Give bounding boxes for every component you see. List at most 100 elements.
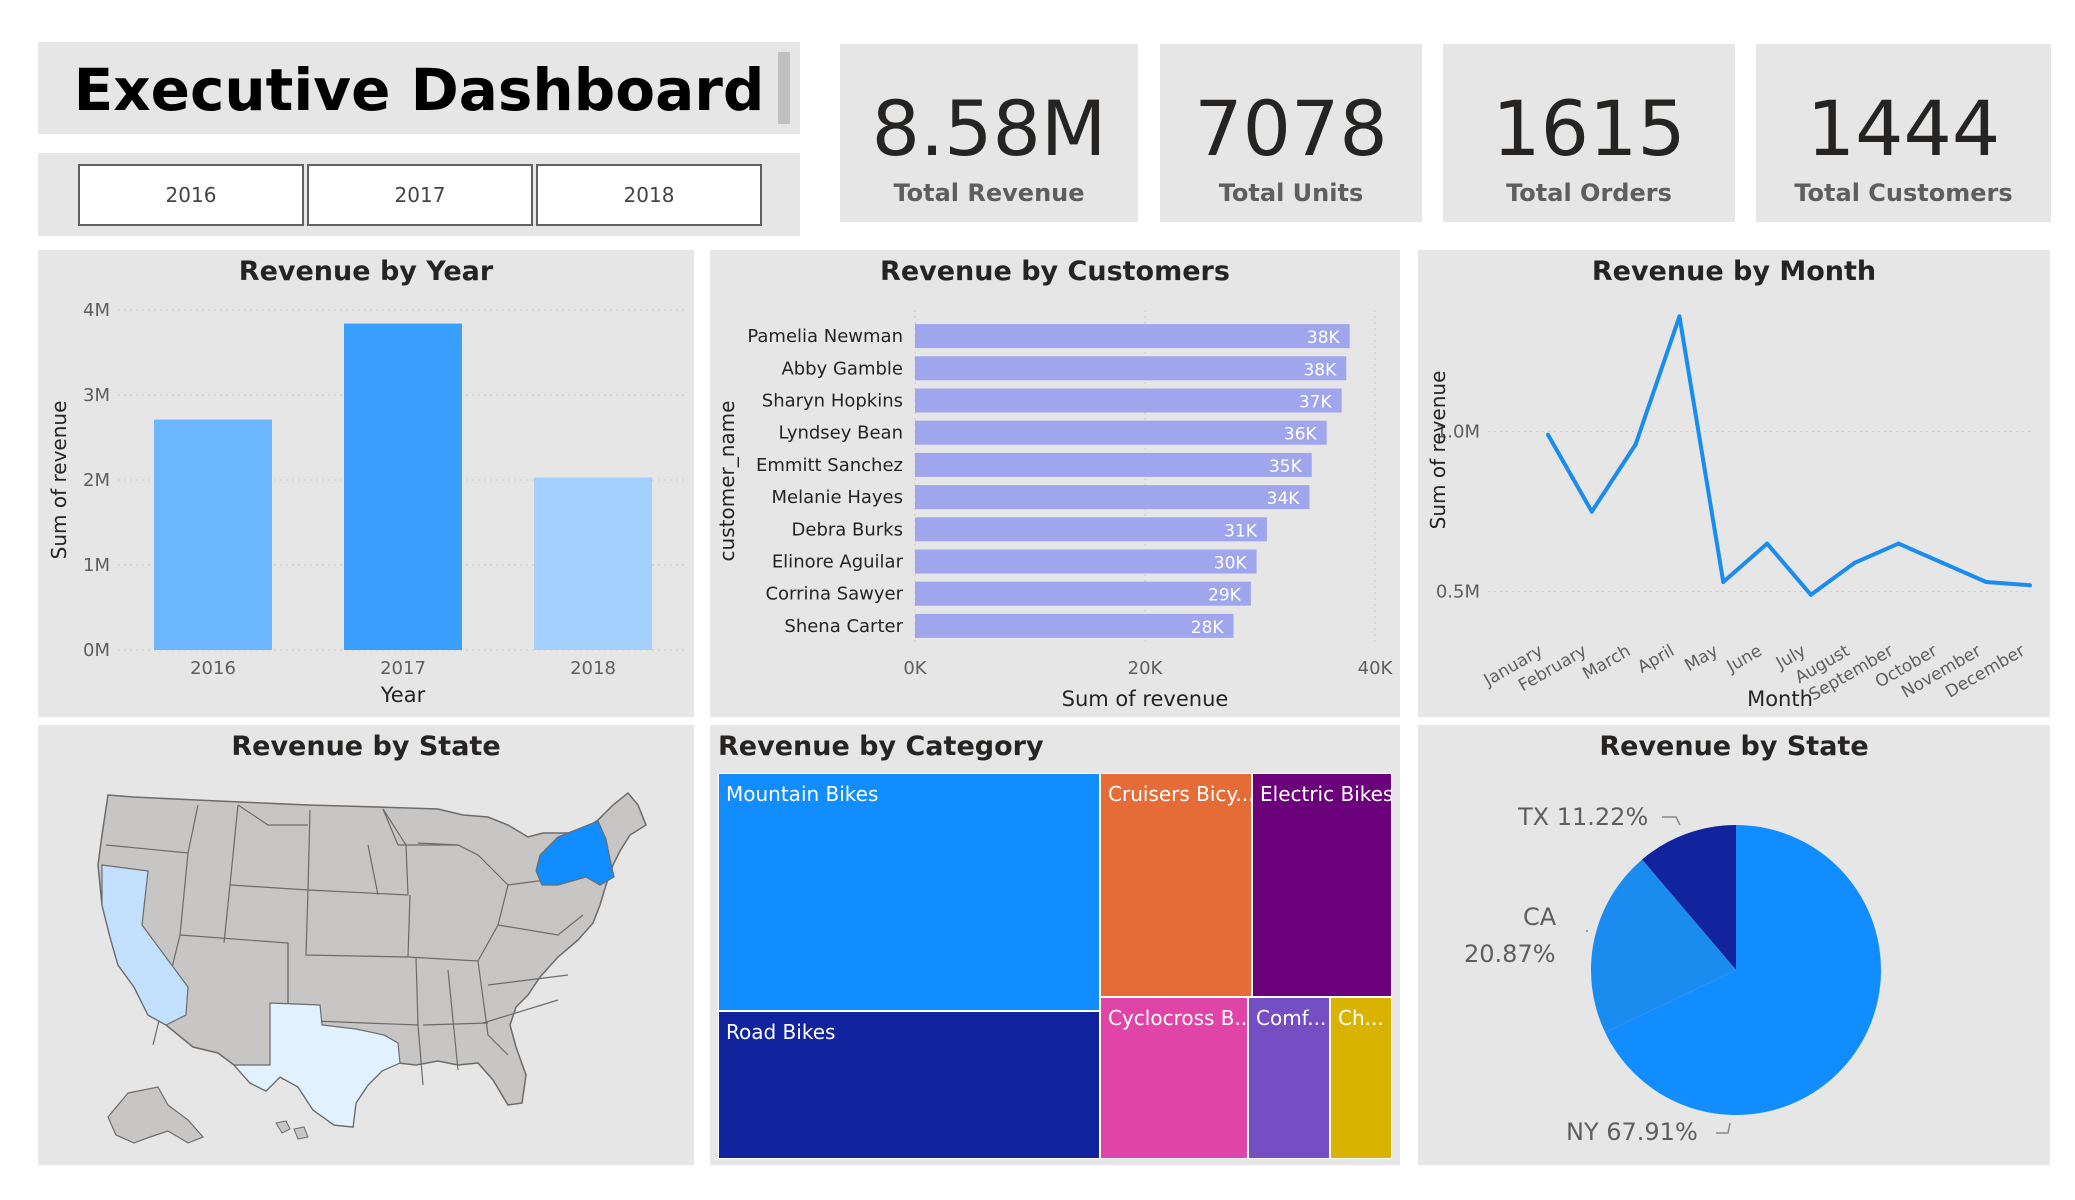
data-label: 37K (1299, 393, 1333, 413)
scrollbar[interactable] (778, 52, 790, 124)
y-tick-label: Elinore Aguilar (772, 552, 904, 573)
kpi-value: 7078 (1194, 84, 1388, 173)
x-axis-label: Sum of revenue (1062, 687, 1229, 711)
x-axis-label: Year (380, 683, 426, 707)
treemap-cell-electric-bikes[interactable]: Electric Bikes (1252, 773, 1392, 997)
data-point (1589, 509, 1594, 514)
bar-customer[interactable] (915, 485, 1310, 510)
revenue-by-category-panel: Revenue by Category Mountain Bikes Road … (710, 725, 1400, 1165)
data-point (1852, 560, 1857, 565)
bar-customer[interactable] (915, 356, 1347, 381)
treemap-label: Electric Bikes (1260, 782, 1392, 806)
y-tick-label: Melanie Hayes (771, 487, 903, 508)
x-tick-label: 20K (1128, 658, 1164, 679)
bar-customer[interactable] (915, 581, 1251, 606)
y-tick-label: 0.5M (1436, 582, 1480, 603)
state-hi (275, 1120, 309, 1140)
revenue-by-customers-chart: 0K 20K 40K Pamelia Newman 38K Abby Gamble 38K S… (715, 310, 1394, 711)
bar-customer[interactable] (915, 452, 1312, 477)
treemap-cell-comfort[interactable]: Comf... (1248, 997, 1330, 1159)
bar-customer[interactable] (915, 549, 1257, 574)
kpi-label: Total Units (1218, 179, 1364, 207)
y-axis-label: customer_name (715, 401, 739, 562)
kpi-total-customers: 1444 Total Customers (1756, 44, 2051, 222)
bar-customer[interactable] (915, 388, 1342, 413)
x-tick-label: April (1634, 641, 1678, 678)
slicer-button-2017[interactable]: 2017 (307, 164, 533, 226)
kpi-total-units: 7078 Total Units (1160, 44, 1422, 222)
data-point (1940, 560, 1945, 565)
slicer-button-2018[interactable]: 2018 (536, 164, 762, 226)
y-axis-label: Sum of revenue (1426, 371, 1450, 530)
y-tick-label: 4M (83, 300, 110, 321)
data-point (1633, 442, 1638, 447)
y-tick-label: Debra Burks (792, 519, 903, 540)
data-label: 31K (1224, 521, 1258, 541)
revenue-by-year-chart: 0M 1M 2M 3M 4M 2016 2017 2018 Year Sum of revenue (47, 300, 688, 707)
treemap-label: Comf... (1256, 1006, 1327, 1030)
revenue-by-customers-panel: Revenue by Customers 0K 20K 40K Pamelia New… (710, 250, 1400, 717)
pie-leader-tx (1662, 816, 1681, 826)
data-label: 29K (1208, 586, 1242, 606)
kpi-value: 8.58M (871, 84, 1107, 173)
treemap-label: Road Bikes (726, 1020, 836, 1044)
state-ny[interactable] (535, 820, 615, 886)
treemap-cell-cyclocross[interactable]: Cyclocross B... (1100, 997, 1248, 1159)
kpi-label: Total Orders (1506, 179, 1672, 207)
treemap-cell-mountain-bikes[interactable]: Mountain Bikes (718, 773, 1100, 1011)
treemap-cell-road-bikes[interactable]: Road Bikes (718, 1011, 1100, 1159)
pie-label-ca-pct: 20.87% (1464, 940, 1556, 968)
treemap-cell-children[interactable]: Ch... (1330, 997, 1392, 1159)
data-point (1896, 541, 1901, 546)
page-title: Executive Dashboard (73, 56, 765, 124)
y-tick-label: 0M (83, 640, 110, 661)
bar-2018[interactable] (534, 477, 652, 650)
data-label: 38K (1307, 328, 1341, 348)
y-tick-label: Emmitt Sanchez (756, 455, 903, 476)
x-tick-label: March (1579, 641, 1634, 684)
y-tick-label: Abby Gamble (781, 358, 903, 379)
bar-customer[interactable] (915, 517, 1267, 542)
x-tick-label: May (1681, 641, 1721, 676)
y-tick-label: Lyndsey Bean (778, 423, 903, 444)
data-label: 30K (1214, 554, 1248, 574)
treemap-cell-cruisers[interactable]: Cruisers Bicy... (1100, 773, 1252, 997)
y-tick-label: Pamelia Newman (747, 326, 903, 347)
us-state-map[interactable] (38, 725, 694, 1165)
data-label: 36K (1284, 425, 1318, 445)
treemap-label: Cyclocross B... (1108, 1006, 1248, 1030)
revenue-by-month-chart: 0.5M1.0MJanuaryFebruaryMarch April May June… (1426, 314, 2033, 711)
treemap-label: Ch... (1338, 1006, 1384, 1030)
slicer-button-2016[interactable]: 2016 (78, 164, 304, 226)
data-point (2028, 583, 2032, 588)
revenue-by-year-panel: Revenue by Year 0M 1M 2M 3M 4M 2016 2017 2018 Ye… (38, 250, 694, 717)
kpi-value: 1615 (1492, 84, 1686, 173)
treemap-label: Mountain Bikes (726, 782, 879, 806)
treemap-label: Cruisers Bicy... (1108, 782, 1252, 806)
bar-customer[interactable] (915, 613, 1234, 638)
x-tick-label: 40K (1358, 658, 1394, 679)
bar-2017[interactable] (344, 323, 462, 650)
series-line[interactable] (1546, 314, 2031, 597)
y-tick-label: Shena Carter (784, 616, 903, 637)
data-point (1721, 580, 1726, 584)
year-slicer: 2016 2017 2018 (38, 153, 800, 236)
data-point (1765, 541, 1770, 546)
data-label: 35K (1269, 457, 1303, 477)
chart-title: Revenue by Category (718, 731, 1044, 762)
pie-leader-ny (1716, 1122, 1731, 1134)
y-tick-label: 2M (83, 470, 110, 491)
x-axis-label: Month (1747, 687, 1813, 711)
bar-2016[interactable] (154, 419, 272, 650)
revenue-by-state-map-panel: Revenue by State (38, 725, 694, 1165)
kpi-total-revenue: 8.58M Total Revenue (840, 44, 1138, 222)
title-panel: Executive Dashboard (38, 42, 800, 134)
revenue-by-month-panel: Revenue by Month 0.5M 1.0M January February… (1418, 250, 2050, 717)
bar-customer[interactable] (915, 420, 1327, 445)
data-label: 34K (1267, 489, 1301, 509)
data-label: 28K (1191, 618, 1225, 638)
bar-customer[interactable] (915, 324, 1350, 349)
x-tick-label: 2017 (380, 658, 426, 679)
pie-label-ny: NY 67.91% (1566, 1118, 1698, 1146)
data-label: 38K (1303, 360, 1337, 380)
